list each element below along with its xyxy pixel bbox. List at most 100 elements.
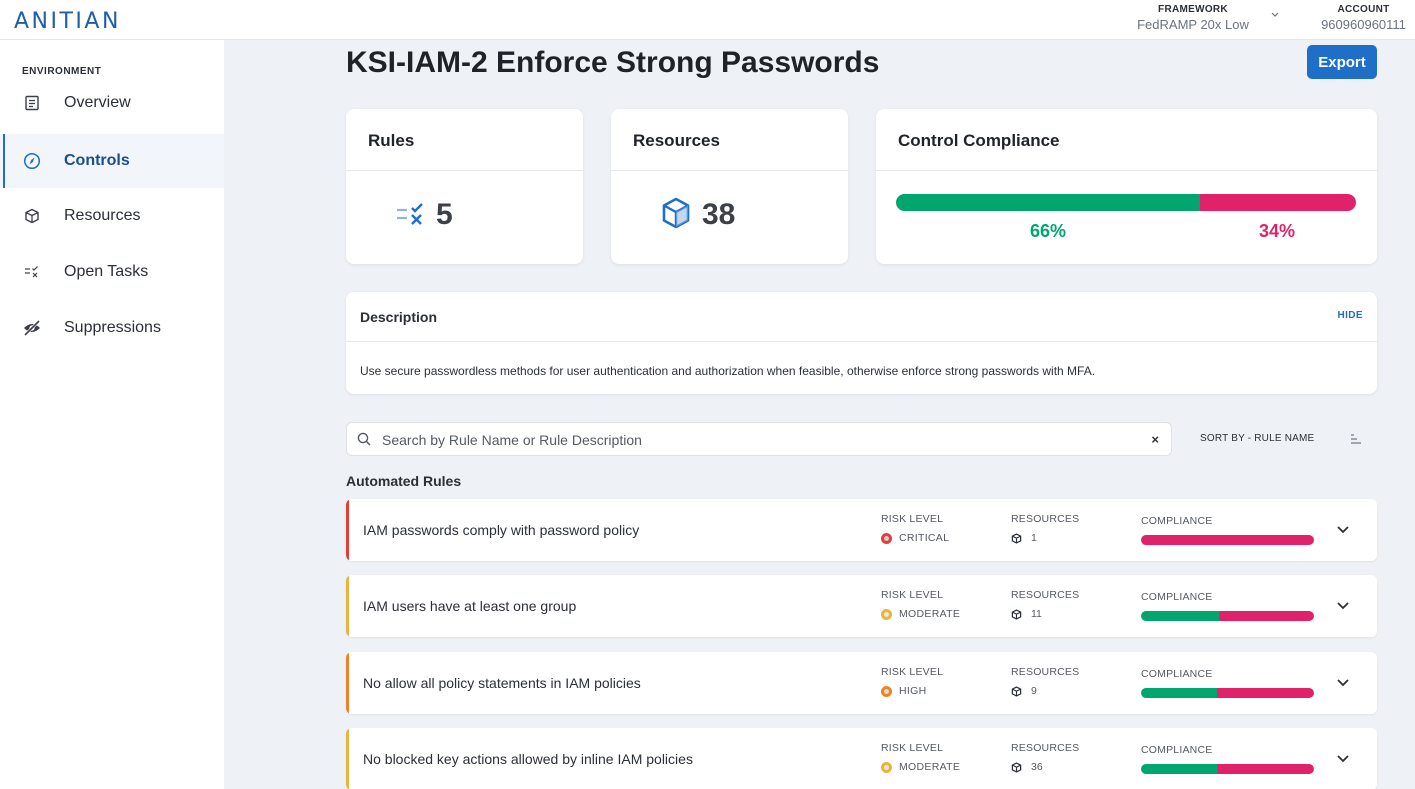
sidebar-item-controls[interactable]: Controls [0, 134, 224, 188]
rule-row[interactable]: IAM users have at least one group RISK L… [346, 575, 1377, 637]
tasks-icon [396, 202, 426, 231]
top-bar: ANITIAN FRAMEWORK FedRAMP 20x Low ACCOUN… [0, 0, 1415, 40]
rules-count: 5 [436, 198, 453, 231]
sidebar-item-overview[interactable]: Overview [0, 76, 224, 130]
resources-label: RESOURCES [1011, 742, 1080, 754]
moderate-risk-icon [881, 608, 892, 620]
sidebar-item-label: Open Tasks [64, 263, 149, 280]
rule-compliance-bar [1141, 535, 1314, 545]
compliance-label: COMPLIANCE [1141, 668, 1213, 680]
cube-icon [1011, 532, 1022, 544]
compliance-pass-percent: 66% [1030, 221, 1067, 241]
risk-level-label: RISK LEVEL [881, 589, 944, 601]
resources-value: 11 [1011, 608, 1042, 620]
risk-accent [346, 575, 349, 637]
sort-by-button[interactable]: SORT BY - RULE NAME [1200, 433, 1314, 444]
chevron-down-icon[interactable] [1336, 597, 1350, 615]
risk-accent [346, 652, 349, 714]
sidebar-item-open-tasks[interactable]: Open Tasks [0, 245, 224, 299]
compliance-fail-segment [1217, 688, 1314, 698]
framework-selector[interactable]: FRAMEWORK FedRAMP 20x Low [1128, 4, 1258, 32]
resources-label: RESOURCES [1011, 589, 1080, 601]
resources-count: 9 [1031, 685, 1037, 697]
resources-count: 1 [1031, 532, 1037, 544]
rule-search: × [346, 422, 1172, 456]
risk-level-text: MODERATE [899, 761, 961, 773]
critical-risk-icon [881, 532, 892, 544]
card-title: Resources [633, 131, 720, 150]
resources-count: 11 [1031, 608, 1042, 620]
compliance-label: COMPLIANCE [1141, 515, 1213, 527]
sidebar: ENVIRONMENT Overview Controls Resources … [0, 40, 224, 789]
rule-compliance-bar [1141, 688, 1314, 698]
rule-name: No blocked key actions allowed by inline… [363, 751, 693, 767]
clear-search-icon[interactable]: × [1151, 432, 1159, 447]
eye-off-icon [22, 318, 42, 338]
hide-description-button[interactable]: HIDE [1338, 310, 1364, 321]
chevron-down-icon[interactable] [1271, 10, 1279, 21]
automated-rules-heading: Automated Rules [346, 473, 462, 489]
framework-value: FedRAMP 20x Low [1137, 17, 1249, 32]
anitian-logo[interactable]: ANITIAN [14, 9, 121, 34]
rule-compliance-bar [1141, 764, 1314, 774]
account-selector[interactable]: ACCOUNT 960960960111 [1312, 4, 1415, 32]
risk-level-label: RISK LEVEL [881, 513, 944, 525]
framework-label: FRAMEWORK [1158, 4, 1228, 15]
export-button[interactable]: Export [1307, 45, 1377, 79]
compliance-fail-segment [1218, 611, 1314, 621]
risk-accent [346, 499, 349, 561]
resources-value: 9 [1011, 685, 1037, 697]
resources-value: 36 [1011, 761, 1043, 773]
account-label: ACCOUNT [1337, 4, 1390, 15]
risk-level-text: HIGH [899, 685, 927, 697]
divider [346, 341, 1377, 342]
risk-level-text: MODERATE [899, 608, 961, 620]
cube-icon [1011, 761, 1022, 773]
page-title: KSI-IAM-2 Enforce Strong Passwords [346, 46, 880, 79]
card-header: Control Compliance [876, 109, 1377, 171]
search-icon [357, 432, 371, 451]
sidebar-item-label: Controls [64, 152, 130, 169]
compliance-fail-percent: 34% [1259, 221, 1296, 241]
description-title: Description [360, 309, 438, 325]
risk-level-text: CRITICAL [899, 532, 950, 544]
card-header: Rules [346, 109, 583, 171]
moderate-risk-icon [881, 761, 892, 773]
description-text: Use secure passwordless methods for user… [360, 364, 1096, 378]
document-icon [22, 93, 42, 113]
rule-row[interactable]: No blocked key actions allowed by inline… [346, 728, 1377, 789]
rule-row[interactable]: No allow all policy statements in IAM po… [346, 652, 1377, 714]
sidebar-item-label: Overview [64, 94, 131, 111]
search-input[interactable] [382, 429, 1132, 451]
chevron-down-icon[interactable] [1336, 750, 1350, 768]
control-compliance-card: Control Compliance 66% 34% [876, 109, 1377, 264]
high-risk-icon [881, 685, 892, 697]
risk-accent [346, 728, 349, 789]
resources-card: Resources 38 [611, 109, 848, 264]
compliance-bar [896, 194, 1356, 211]
rule-name: IAM users have at least one group [363, 598, 577, 614]
chevron-down-icon[interactable] [1336, 674, 1350, 692]
compliance-pass-segment [1141, 688, 1218, 698]
compliance-pass-segment [896, 194, 1200, 211]
compliance-label: COMPLIANCE [1141, 744, 1213, 756]
risk-level-value: CRITICAL [881, 532, 949, 544]
sidebar-item-suppressions[interactable]: Suppressions [0, 301, 224, 355]
resources-label: RESOURCES [1011, 666, 1080, 678]
rule-row[interactable]: IAM passwords comply with password polic… [346, 499, 1377, 561]
resources-count: 38 [702, 198, 736, 231]
risk-level-label: RISK LEVEL [881, 666, 944, 678]
cube-icon [1011, 608, 1022, 620]
risk-level-label: RISK LEVEL [881, 742, 944, 754]
compliance-pass-segment [1141, 611, 1219, 621]
compliance-label: COMPLIANCE [1141, 591, 1213, 603]
tasks-icon [22, 262, 42, 282]
resources-value: 1 [1011, 532, 1037, 544]
resources-label: RESOURCES [1011, 513, 1080, 525]
chevron-down-icon[interactable] [1336, 521, 1350, 539]
risk-level-value: HIGH [881, 685, 926, 697]
resources-count: 36 [1031, 761, 1043, 773]
sidebar-item-label: Resources [64, 207, 141, 224]
sidebar-item-resources[interactable]: Resources [0, 189, 224, 243]
sort-order-icon[interactable] [1350, 432, 1362, 450]
